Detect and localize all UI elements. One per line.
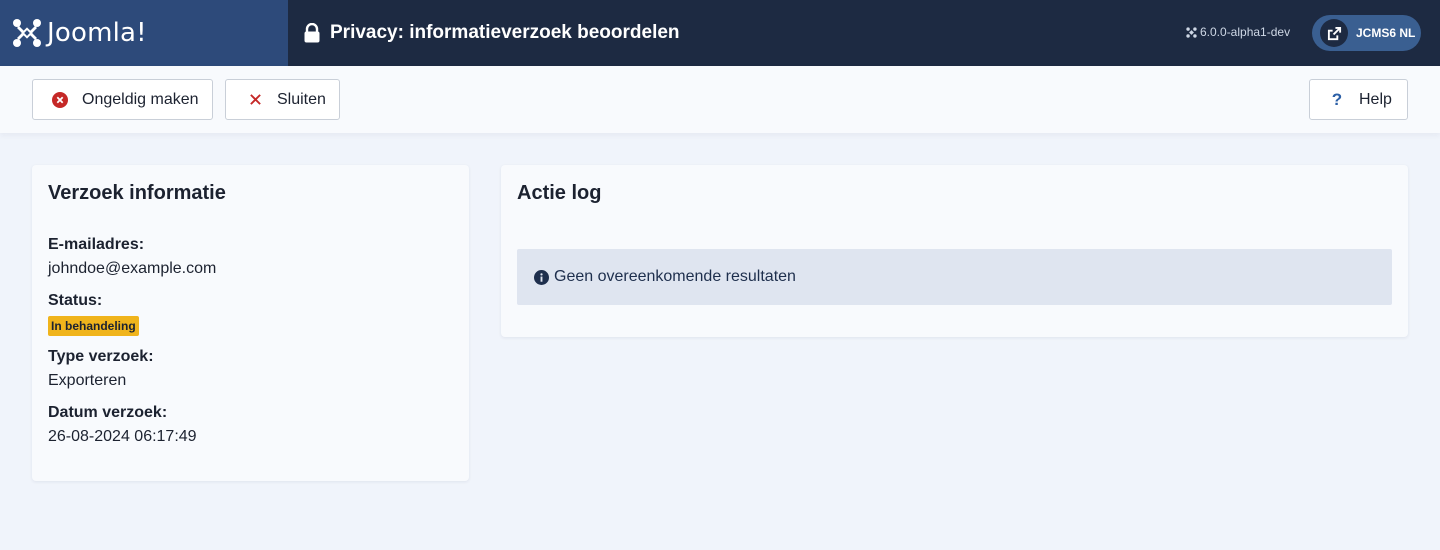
- page-title: Privacy: informatieverzoek beoordelen: [330, 22, 680, 43]
- question-icon: ?: [1331, 89, 1343, 109]
- info-icon: [534, 269, 549, 285]
- request-info-title: Verzoek informatie: [48, 182, 226, 204]
- version-info: 6.0.0-alpha1-dev: [1186, 25, 1290, 39]
- joomla-logo-icon: [13, 19, 41, 47]
- joomla-small-icon: [1186, 26, 1197, 38]
- invalidate-label: Ongeldig maken: [82, 90, 199, 108]
- request-date-value: 26-08-2024 06:17:49: [48, 428, 197, 445]
- invalidate-button[interactable]: Ongeldig maken: [32, 79, 213, 120]
- action-log-title: Actie log: [517, 182, 602, 204]
- email-value: johndoe@example.com: [48, 260, 217, 277]
- toolbar: Ongeldig maken Sluiten ? Help: [0, 66, 1440, 133]
- request-type-label: Type verzoek:: [48, 348, 154, 365]
- help-button[interactable]: ? Help: [1309, 79, 1408, 120]
- action-log-card: Actie log Geen overeenkomende resultaten: [501, 165, 1408, 337]
- no-results-alert: Geen overeenkomende resultaten: [517, 249, 1392, 305]
- close-label: Sluiten: [277, 90, 326, 108]
- joomla-logo[interactable]: Joomla!: [0, 0, 288, 66]
- page-title-area: Privacy: informatieverzoek beoordelen: [303, 0, 680, 66]
- request-info-card: Verzoek informatie E-mailadres: johndoe@…: [32, 165, 469, 481]
- close-button[interactable]: Sluiten: [225, 79, 340, 120]
- status-label: Status:: [48, 292, 103, 309]
- top-header: Joomla! Privacy: informatieverzoek beoor…: [0, 0, 1440, 66]
- circle-x-icon: [51, 91, 69, 109]
- joomla-logo-text: Joomla!: [47, 18, 147, 48]
- status-badge: In behandeling: [48, 316, 139, 336]
- site-name-label: JCMS6 NL: [1356, 26, 1416, 40]
- close-icon: [246, 91, 264, 109]
- help-label: Help: [1359, 90, 1392, 108]
- version-text: 6.0.0-alpha1-dev: [1200, 25, 1291, 39]
- external-link-icon: [1327, 26, 1341, 40]
- external-link-icon-wrap: [1320, 19, 1348, 47]
- no-results-text: Geen overeenkomende resultaten: [554, 268, 796, 285]
- view-site-button[interactable]: JCMS6 NL: [1312, 15, 1421, 51]
- email-label: E-mailadres:: [48, 236, 145, 253]
- request-date-label: Datum verzoek:: [48, 404, 168, 421]
- request-type-value: Exporteren: [48, 372, 127, 389]
- lock-icon: [304, 23, 320, 43]
